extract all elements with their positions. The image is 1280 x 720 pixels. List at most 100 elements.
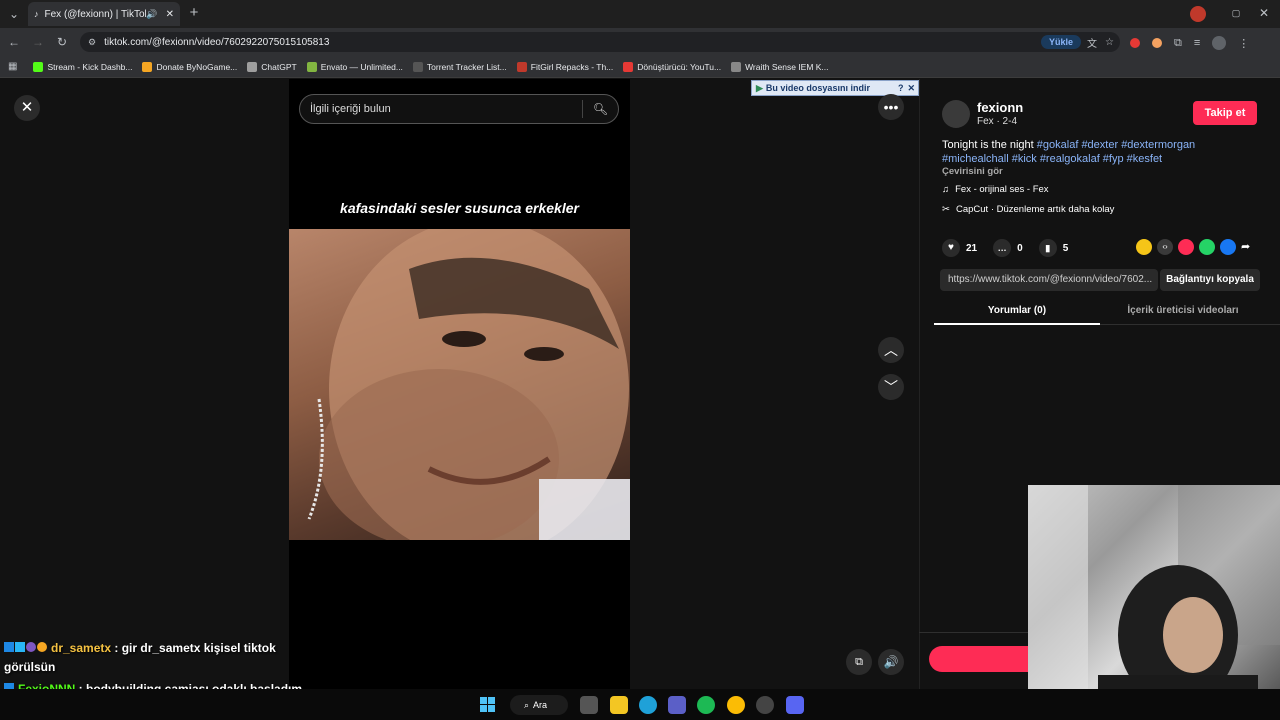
video-frame-image — [307, 229, 630, 540]
related-search-input[interactable]: İlgili içeriği bulun 🔍︎ — [299, 94, 619, 124]
volume-icon[interactable]: 🔊 — [878, 649, 904, 675]
close-download-icon[interactable]: ✕ — [907, 83, 915, 94]
tab-creator-videos[interactable]: İçerik üreticisi videoları — [1100, 300, 1266, 325]
translate-icon[interactable]: 文 — [1087, 35, 1097, 50]
close-window-icon[interactable]: ✕ — [1256, 5, 1272, 21]
chat-username: dr_sametx — [51, 641, 112, 655]
bookmark-item[interactable]: ChatGPT — [247, 61, 297, 72]
like-count: 21 — [966, 242, 978, 254]
badge-icon — [37, 642, 47, 652]
author-subline: Fex · 2-4 — [977, 116, 1018, 127]
bookmark-star-icon[interactable]: ☆ — [1105, 37, 1114, 48]
site-info-icon[interactable]: ⚙ — [88, 37, 96, 48]
floating-player-icon[interactable]: ⧉ — [846, 649, 872, 675]
comment-input-button[interactable] — [929, 646, 1029, 672]
chrome-icon[interactable] — [727, 696, 745, 714]
bookmark-favicon-icon — [33, 61, 44, 72]
reading-list-icon[interactable]: ≡ — [1194, 37, 1200, 49]
save-icon[interactable]: ▮ — [1038, 239, 1057, 257]
browser-tab[interactable]: ♪ Fex (@fexionn) | TikTok 🔊 ✕ — [28, 2, 180, 26]
previous-video-button[interactable]: ︿ — [878, 337, 904, 363]
avatar[interactable] — [942, 100, 970, 128]
search-icon[interactable]: 🔍︎ — [582, 100, 618, 118]
upload-button[interactable]: Yükle — [1041, 35, 1082, 49]
bookmark-item[interactable]: Envato — Unlimited... — [306, 61, 403, 72]
speaker-icon[interactable]: 🔊 — [146, 9, 157, 20]
new-tab-icon[interactable]: + — [186, 5, 202, 21]
bookmark-label: Torrent Tracker List... — [426, 61, 507, 72]
chat-message: dr_sametx : gir dr_sametx kişisel tiktok — [4, 638, 304, 658]
restore-icon[interactable]: ▢ — [1228, 5, 1244, 21]
music-label: Fex - orijinal ses - Fex — [955, 184, 1049, 195]
file-explorer-icon[interactable] — [610, 696, 628, 714]
settings-icon[interactable] — [756, 696, 774, 714]
follow-button[interactable]: Takip et — [1193, 101, 1257, 125]
share-row: ‹› ➦ — [1136, 239, 1250, 255]
back-icon[interactable]: ← — [6, 34, 22, 50]
save-count: 5 — [1062, 242, 1069, 254]
bookmark-label: Wraith Sense IEM K... — [745, 61, 829, 72]
profile-avatar[interactable] — [1212, 36, 1227, 50]
panel-tabs: Yorumlar (0) İçerik üreticisi videoları — [934, 300, 1280, 325]
bookmark-label: Donate ByNoGame... — [156, 61, 238, 72]
share-arrow-icon[interactable]: ➦ — [1241, 239, 1250, 255]
spotify-icon[interactable] — [697, 696, 715, 714]
extension-orange-icon[interactable] — [1152, 38, 1162, 48]
bookmark-item[interactable]: Stream - Kick Dashb... — [33, 61, 132, 72]
extension-red-icon[interactable] — [1130, 38, 1140, 48]
music-row[interactable]: ♫ Fex - orijinal ses - Fex — [942, 184, 1049, 195]
tab-bar: ⌄ ♪ Fex (@fexionn) | TikTok 🔊 ✕ + ▢ ✕ — [0, 0, 1280, 28]
close-video-button[interactable]: ✕ — [14, 95, 40, 121]
extensions-icon[interactable]: ⧉ — [1174, 37, 1182, 50]
facebook-icon[interactable] — [1220, 239, 1236, 255]
like-icon[interactable]: ♥ — [942, 239, 960, 257]
help-icon[interactable]: ? — [898, 83, 904, 93]
embed-icon[interactable]: ‹› — [1157, 239, 1173, 255]
taskbar-search[interactable]: ⌕ Ara — [510, 695, 568, 715]
video-link-field[interactable]: https://www.tiktok.com/@fexionn/video/76… — [940, 269, 1158, 291]
apps-grid-icon[interactable]: ▦ — [8, 61, 17, 72]
video-caption-overlay: kafasindaki sesler susunca erkekler — [340, 200, 579, 216]
reload-icon[interactable]: ↻ — [54, 34, 70, 50]
comment-icon[interactable]: … — [993, 239, 1012, 257]
send-icon[interactable] — [1178, 239, 1194, 255]
extension-icon[interactable] — [1190, 6, 1206, 22]
coin-icon[interactable] — [1136, 239, 1152, 255]
comment-count: 0 — [1017, 242, 1023, 254]
tab-comments[interactable]: Yorumlar (0) — [934, 300, 1100, 325]
tab-title: Fex (@fexionn) | TikTok — [44, 8, 147, 20]
taskbar-search-label: Ara — [533, 700, 548, 710]
task-view-icon[interactable] — [580, 696, 598, 714]
tab-list-icon[interactable]: ⌄ — [6, 6, 22, 22]
username[interactable]: fexionn — [977, 100, 1023, 115]
search-placeholder: İlgili içeriği bulun — [310, 103, 391, 115]
copy-link-button[interactable]: Bağlantıyı kopyala — [1160, 269, 1260, 291]
edge-icon[interactable] — [639, 696, 657, 714]
next-video-button[interactable]: ﹀ — [878, 374, 904, 400]
forward-icon[interactable]: → — [30, 34, 46, 50]
bookmark-item[interactable]: Wraith Sense IEM K... — [731, 61, 829, 72]
bookmark-label: Envato — Unlimited... — [320, 61, 403, 72]
capcut-label: CapCut · Düzenleme artık daha kolay — [955, 204, 1115, 215]
bookmark-item[interactable]: FitGirl Repacks - Th... — [516, 61, 614, 72]
bookmark-item[interactable]: Donate ByNoGame... — [142, 61, 238, 72]
start-icon[interactable] — [480, 697, 495, 712]
bookmark-label: ChatGPT — [261, 61, 297, 72]
more-options-icon[interactable]: ••• — [878, 94, 904, 120]
chat-message-continued: görülsün — [4, 660, 56, 674]
teams-icon[interactable] — [668, 696, 686, 714]
description-text: Tonight is the night — [942, 139, 1034, 151]
menu-icon[interactable]: ⋮ — [1238, 37, 1249, 50]
video-description: Tonight is the night #gokalaf #dexter #d… — [942, 138, 1232, 166]
url-field[interactable]: ⚙ tiktok.com/@fexionn/video/760292207501… — [80, 32, 1120, 52]
close-tab-icon[interactable]: ✕ — [166, 9, 174, 20]
see-translation-link[interactable]: Çevirisini gör — [942, 166, 1003, 177]
bookmark-label: FitGirl Repacks - Th... — [530, 61, 614, 72]
bookmark-item[interactable]: Torrent Tracker List... — [412, 61, 507, 72]
whatsapp-icon[interactable] — [1199, 239, 1215, 255]
bookmark-item[interactable]: Dönüştürücü: YouTu... — [623, 61, 721, 72]
search-icon: ⌕ — [524, 699, 530, 710]
bookmark-favicon-icon — [516, 61, 527, 72]
discord-icon[interactable] — [786, 696, 804, 714]
capcut-row[interactable]: ✂ CapCut · Düzenleme artık daha kolay — [942, 204, 1114, 215]
